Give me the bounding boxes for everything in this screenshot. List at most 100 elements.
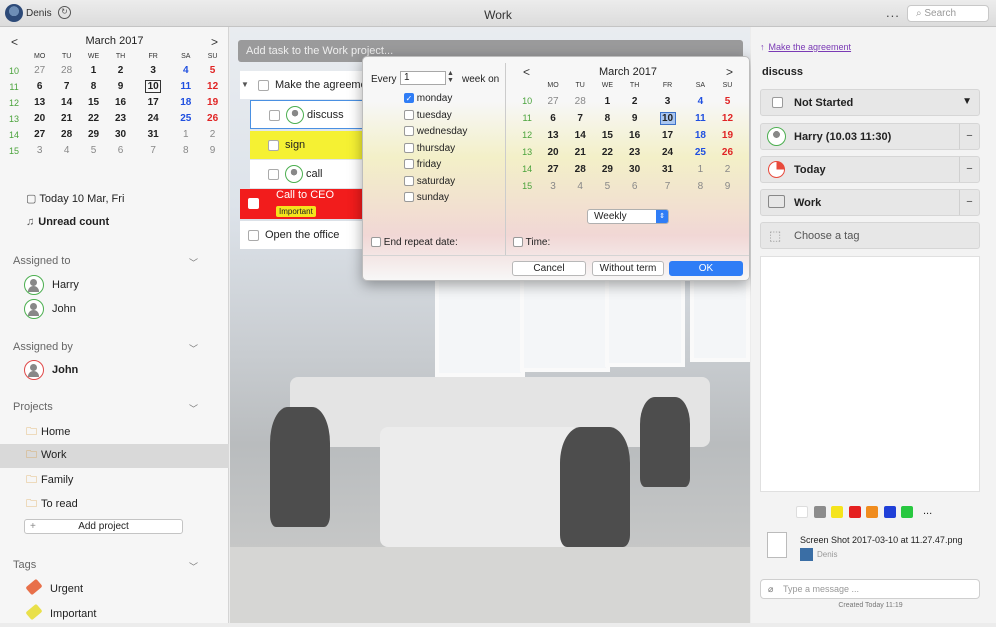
projects-heading[interactable]: Projects — [13, 401, 53, 413]
assignee-button[interactable]: Harry (10.03 11:30) − — [760, 123, 980, 150]
parent-task-link[interactable]: ↑ Make the agreement — [760, 42, 851, 52]
task-checkbox[interactable] — [268, 139, 279, 151]
calendar-day[interactable]: 7 — [134, 143, 173, 159]
remove-due-date-button[interactable]: − — [959, 157, 979, 182]
end-repeat-row[interactable]: End repeat date: — [371, 237, 458, 248]
tag-important[interactable]: Important — [0, 603, 229, 627]
weekday-option[interactable]: wednesday — [404, 126, 467, 137]
calendar-day[interactable]: 28 — [53, 63, 80, 79]
calendar-day[interactable]: 6 — [539, 110, 566, 127]
weekday-checkbox[interactable] — [404, 126, 414, 137]
calendar-day[interactable]: 20 — [26, 111, 53, 127]
frequency-select[interactable]: Weekly ⇕ — [587, 209, 669, 224]
due-date-button[interactable]: Today − — [760, 156, 980, 183]
calendar-day[interactable]: 18 — [172, 95, 199, 111]
chevron-down-icon[interactable]: ﹀ — [189, 256, 198, 269]
status-checkbox[interactable] — [772, 97, 783, 108]
calendar-day[interactable]: 29 — [594, 161, 621, 178]
project-work[interactable]: 🗀 Work — [0, 444, 229, 468]
calendar-day[interactable]: 3 — [134, 63, 173, 79]
calendar-day[interactable]: 14 — [53, 95, 80, 111]
calendar-day[interactable]: 13 — [539, 127, 566, 144]
task-row[interactable]: call — [250, 160, 378, 188]
calendar-day[interactable]: 6 — [107, 143, 134, 159]
weekday-checkbox[interactable] — [404, 192, 414, 203]
task-row[interactable]: ▼ Make the agreement — [240, 71, 378, 99]
calendar-day[interactable]: 24 — [134, 111, 173, 127]
color-swatch[interactable] — [813, 506, 826, 518]
task-row[interactable]: sign — [250, 131, 378, 159]
choose-tag-button[interactable]: ⬚ Choose a tag — [760, 222, 980, 249]
calendar-day[interactable]: 1 — [594, 93, 621, 110]
calendar-day[interactable]: 19 — [199, 95, 226, 111]
calendar-day[interactable]: 30 — [107, 127, 134, 143]
calendar-day[interactable]: 25 — [687, 144, 714, 161]
task-checkbox[interactable] — [248, 229, 259, 241]
calendar-day[interactable]: 25 — [172, 111, 199, 127]
search-input[interactable]: ⌕ Search — [907, 5, 989, 22]
paperclip-icon[interactable]: ⌀ — [768, 580, 773, 598]
calendar-day[interactable]: 11 — [687, 110, 714, 127]
remove-project-button[interactable]: − — [959, 190, 979, 215]
calendar-day[interactable]: 16 — [107, 95, 134, 111]
color-swatch[interactable] — [831, 506, 843, 518]
task-checkbox[interactable] — [269, 109, 280, 121]
calendar-day[interactable]: 5 — [199, 63, 226, 79]
chevron-down-icon[interactable]: ﹀ — [189, 342, 198, 355]
calendar-day[interactable]: 26 — [714, 144, 741, 161]
calendar-day[interactable]: 9 — [621, 110, 648, 127]
calendar-day[interactable]: 8 — [80, 79, 107, 95]
color-swatch[interactable] — [866, 506, 878, 518]
calendar-day[interactable]: 2 — [199, 127, 226, 143]
weekday-checkbox[interactable] — [404, 109, 414, 120]
calendar-day[interactable]: 28 — [567, 161, 594, 178]
calendar-day[interactable]: 10 — [134, 79, 173, 95]
calendar-day[interactable]: 3 — [539, 178, 566, 195]
calendar-day[interactable]: 7 — [567, 110, 594, 127]
notes-area[interactable] — [760, 256, 980, 492]
calendar-day[interactable]: 20 — [539, 144, 566, 161]
calendar-day[interactable]: 21 — [53, 111, 80, 127]
tags-heading[interactable]: Tags — [13, 559, 36, 571]
calendar-day[interactable]: 13 — [26, 95, 53, 111]
weekday-option[interactable]: saturday — [404, 176, 455, 187]
calendar-day[interactable]: 26 — [199, 111, 226, 127]
calendar-next-button[interactable]: > — [726, 65, 733, 79]
time-checkbox[interactable] — [513, 237, 523, 248]
time-row[interactable]: Time: — [513, 237, 550, 248]
assigned-by-heading[interactable]: Assigned by — [13, 341, 73, 353]
calendar-day[interactable]: 28 — [53, 127, 80, 143]
message-input[interactable]: ⌀ Type a message ... — [760, 579, 980, 599]
assigned-to-heading[interactable]: Assigned to — [13, 255, 70, 267]
calendar-day[interactable]: 2 — [714, 161, 741, 178]
calendar-day[interactable]: 1 — [80, 63, 107, 79]
calendar-day[interactable]: 9 — [714, 178, 741, 195]
calendar-day[interactable]: 15 — [80, 95, 107, 111]
calendar-day[interactable]: 11 — [172, 79, 199, 95]
calendar-day[interactable]: 23 — [621, 144, 648, 161]
calendar-day[interactable]: 27 — [539, 93, 566, 110]
calendar-day[interactable]: 30 — [621, 161, 648, 178]
calendar-day[interactable]: 17 — [134, 95, 173, 111]
task-title[interactable]: discuss — [762, 66, 803, 78]
calendar-day[interactable]: 28 — [567, 93, 594, 110]
add-project-button[interactable]: + Add project — [24, 519, 183, 534]
calendar-day[interactable]: 5 — [80, 143, 107, 159]
calendar-day[interactable]: 18 — [687, 127, 714, 144]
calendar-day[interactable]: 15 — [594, 127, 621, 144]
task-row[interactable]: discuss — [250, 100, 378, 129]
calendar-day[interactable]: 4 — [172, 63, 199, 79]
chevron-down-icon[interactable]: ﹀ — [189, 560, 198, 573]
calendar-day[interactable]: 22 — [594, 144, 621, 161]
weekday-option[interactable]: ✓ monday — [404, 93, 452, 104]
calendar-day[interactable]: 16 — [621, 127, 648, 144]
calendar-day[interactable]: 10 — [648, 110, 687, 127]
calendar-day[interactable]: 6 — [26, 79, 53, 95]
calendar-day[interactable]: 2 — [107, 63, 134, 79]
task-checkbox[interactable] — [268, 168, 279, 180]
today-item[interactable]: ▢ Today 10 Mar, Fri — [26, 192, 206, 214]
task-row[interactable]: Call to CEO Important — [240, 189, 378, 219]
color-swatch[interactable] — [901, 506, 913, 518]
calendar-day[interactable]: 31 — [648, 161, 687, 178]
calendar-day[interactable]: 4 — [567, 178, 594, 195]
